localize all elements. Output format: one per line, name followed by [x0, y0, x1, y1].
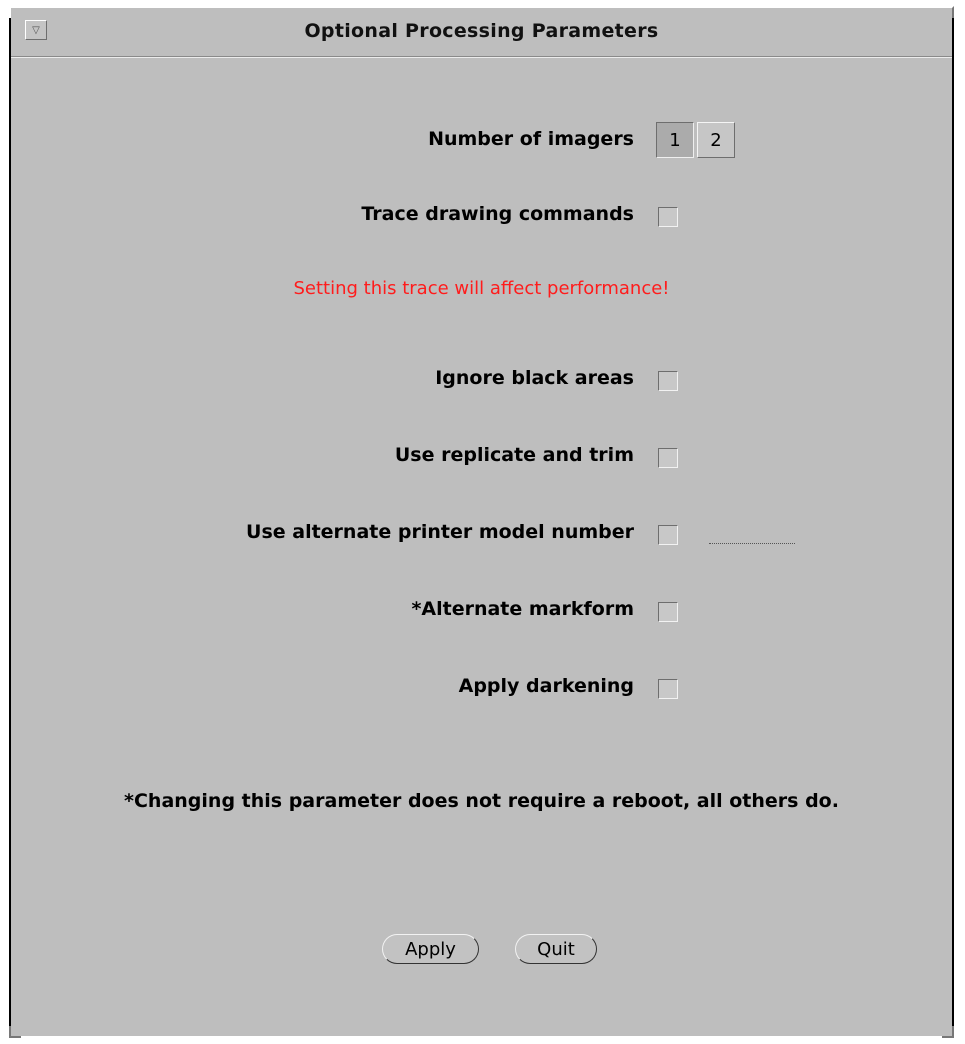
- alt-printer-model-row: Use alternate printer model number: [11, 517, 952, 551]
- alt-markform-checkbox[interactable]: [658, 602, 678, 622]
- trace-row: Trace drawing commands: [11, 199, 952, 233]
- alt-printer-model-input[interactable]: [709, 543, 795, 544]
- imagers-option-1[interactable]: 1: [656, 122, 694, 158]
- trace-checkbox[interactable]: [658, 207, 678, 227]
- imagers-row: Number of imagers 1 2: [11, 122, 952, 158]
- performance-warning: Setting this trace will affect performan…: [293, 278, 670, 299]
- alt-printer-model-checkbox[interactable]: [658, 525, 678, 545]
- resize-corner-bottom-right[interactable]: [942, 1026, 954, 1038]
- apply-button[interactable]: Apply: [382, 934, 479, 964]
- apply-darkening-row: Apply darkening: [11, 671, 952, 705]
- quit-button[interactable]: Quit: [515, 934, 597, 964]
- reboot-note: *Changing this parameter does not requir…: [124, 790, 839, 812]
- ignore-black-checkbox[interactable]: [658, 371, 678, 391]
- title-bar: ▽ Optional Processing Parameters: [11, 8, 952, 58]
- replicate-trim-row: Use replicate and trim: [11, 440, 952, 474]
- alt-markform-row: *Alternate markform: [11, 594, 952, 628]
- window-title: Optional Processing Parameters: [304, 20, 659, 42]
- ignore-black-row: Ignore black areas: [11, 363, 952, 397]
- resize-corner-bottom-left[interactable]: [9, 1026, 21, 1038]
- apply-darkening-label: Apply darkening: [458, 675, 634, 697]
- trace-label: Trace drawing commands: [361, 203, 634, 225]
- optional-processing-parameters-window: ▽ Optional Processing Parameters Number …: [9, 6, 954, 1038]
- alt-printer-model-label: Use alternate printer model number: [246, 521, 634, 543]
- apply-darkening-checkbox[interactable]: [658, 679, 678, 699]
- alt-markform-label: *Alternate markform: [411, 598, 634, 620]
- replicate-trim-checkbox[interactable]: [658, 448, 678, 468]
- replicate-trim-label: Use replicate and trim: [394, 444, 634, 466]
- imagers-label: Number of imagers: [428, 128, 634, 150]
- imagers-option-2[interactable]: 2: [697, 122, 735, 158]
- ignore-black-label: Ignore black areas: [435, 367, 634, 389]
